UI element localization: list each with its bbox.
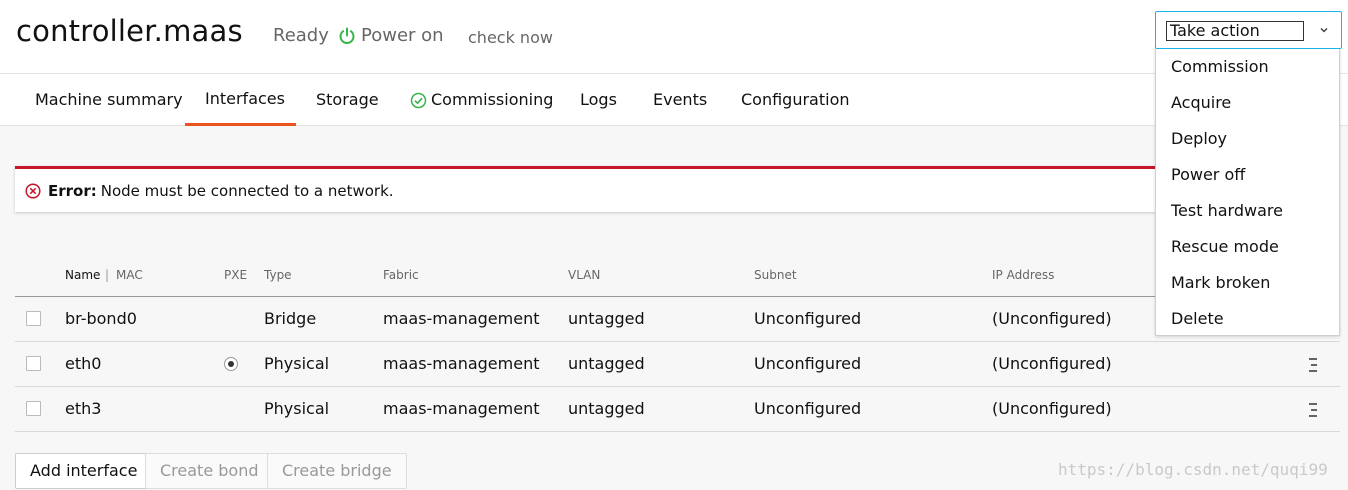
interface-vlan: untagged: [568, 354, 645, 373]
take-action-button[interactable]: Take action: [1155, 11, 1342, 49]
row-actions-menu-icon[interactable]: [1305, 401, 1321, 419]
add-interface-button[interactable]: Add interface: [15, 453, 153, 489]
row-checkbox[interactable]: [26, 401, 41, 416]
column-header-separator: |: [105, 268, 110, 282]
take-action-menu: Commission Acquire Deploy Power off Test…: [1155, 49, 1340, 336]
error-message: Node must be connected to a network.: [100, 181, 394, 200]
interface-type: Physical: [264, 354, 330, 373]
interface-fabric: maas-management: [383, 354, 540, 373]
interface-type: Bridge: [264, 309, 317, 328]
power-status: Power on: [338, 25, 444, 46]
menu-item-test-hardware[interactable]: Test hardware: [1171, 201, 1283, 220]
tab-configuration[interactable]: Configuration: [721, 74, 870, 126]
power-label: Power on: [361, 25, 444, 46]
column-header-name[interactable]: Name: [65, 268, 100, 282]
take-action-label: Take action: [1166, 21, 1304, 41]
interface-subnet: Unconfigured: [754, 309, 862, 328]
create-bond-button[interactable]: Create bond: [145, 453, 274, 489]
interface-name: br-bond0: [65, 309, 137, 328]
column-header-vlan: VLAN: [568, 268, 601, 282]
interface-subnet: Unconfigured: [754, 399, 862, 418]
menu-item-delete[interactable]: Delete: [1171, 309, 1224, 328]
tab-machine-summary[interactable]: Machine summary: [15, 74, 203, 126]
row-checkbox[interactable]: [26, 356, 41, 371]
interface-type: Physical: [264, 399, 330, 418]
error-label: Error:: [48, 181, 97, 200]
table-row: eth0 Physical maas-management untagged U…: [15, 342, 1340, 387]
power-icon: [339, 27, 355, 44]
interface-ip: (Unconfigured): [992, 309, 1112, 328]
table-row: br-bond0 Bridge maas-management untagged…: [15, 297, 1340, 342]
page-title: controller.maas: [16, 14, 243, 48]
check-circle-icon: [410, 92, 427, 108]
watermark: https://blog.csdn.net/quqi99: [1058, 460, 1328, 479]
column-header-type: Type: [264, 268, 292, 282]
tab-events[interactable]: Events: [633, 74, 727, 126]
tab-logs[interactable]: Logs: [560, 74, 637, 126]
tab-commissioning[interactable]: Commissioning: [390, 74, 573, 126]
menu-item-deploy[interactable]: Deploy: [1171, 129, 1227, 148]
column-header-ip: IP Address: [992, 268, 1055, 282]
interface-name: eth0: [65, 354, 102, 373]
tab-interfaces[interactable]: Interfaces: [185, 74, 296, 126]
column-header-mac[interactable]: MAC: [116, 268, 143, 282]
table-row: eth3 Physical maas-management untagged U…: [15, 387, 1340, 432]
row-checkbox[interactable]: [26, 311, 41, 326]
tab-bar: Machine summary Interfaces Storage Commi…: [0, 74, 1348, 126]
create-bridge-button[interactable]: Create bridge: [267, 453, 407, 489]
row-actions-menu-icon[interactable]: [1305, 356, 1321, 374]
interface-fabric: maas-management: [383, 309, 540, 328]
interface-ip: (Unconfigured): [992, 354, 1112, 373]
error-icon: [25, 182, 41, 199]
menu-item-acquire[interactable]: Acquire: [1171, 93, 1231, 112]
error-notification: Error: Node must be connected to a netwo…: [15, 166, 1160, 212]
interface-name: eth3: [65, 399, 102, 418]
tab-storage[interactable]: Storage: [296, 74, 399, 126]
machine-status: Ready: [273, 25, 329, 46]
column-header-fabric: Fabric: [383, 268, 419, 282]
menu-item-commission[interactable]: Commission: [1171, 57, 1269, 76]
interface-vlan: untagged: [568, 399, 645, 418]
interface-vlan: untagged: [568, 309, 645, 328]
interface-subnet: Unconfigured: [754, 354, 862, 373]
interface-ip: (Unconfigured): [992, 399, 1112, 418]
interface-fabric: maas-management: [383, 399, 540, 418]
menu-item-power-off[interactable]: Power off: [1171, 165, 1245, 184]
menu-item-mark-broken[interactable]: Mark broken: [1171, 273, 1270, 292]
check-now-link[interactable]: check now: [468, 28, 553, 47]
column-header-subnet: Subnet: [754, 268, 797, 282]
pxe-radio[interactable]: [224, 357, 238, 371]
menu-item-rescue-mode[interactable]: Rescue mode: [1171, 237, 1279, 256]
column-header-pxe: PXE: [224, 268, 248, 282]
machine-header: controller.maas Ready Power on check now: [0, 0, 1348, 74]
chevron-down-icon: [1320, 28, 1328, 33]
